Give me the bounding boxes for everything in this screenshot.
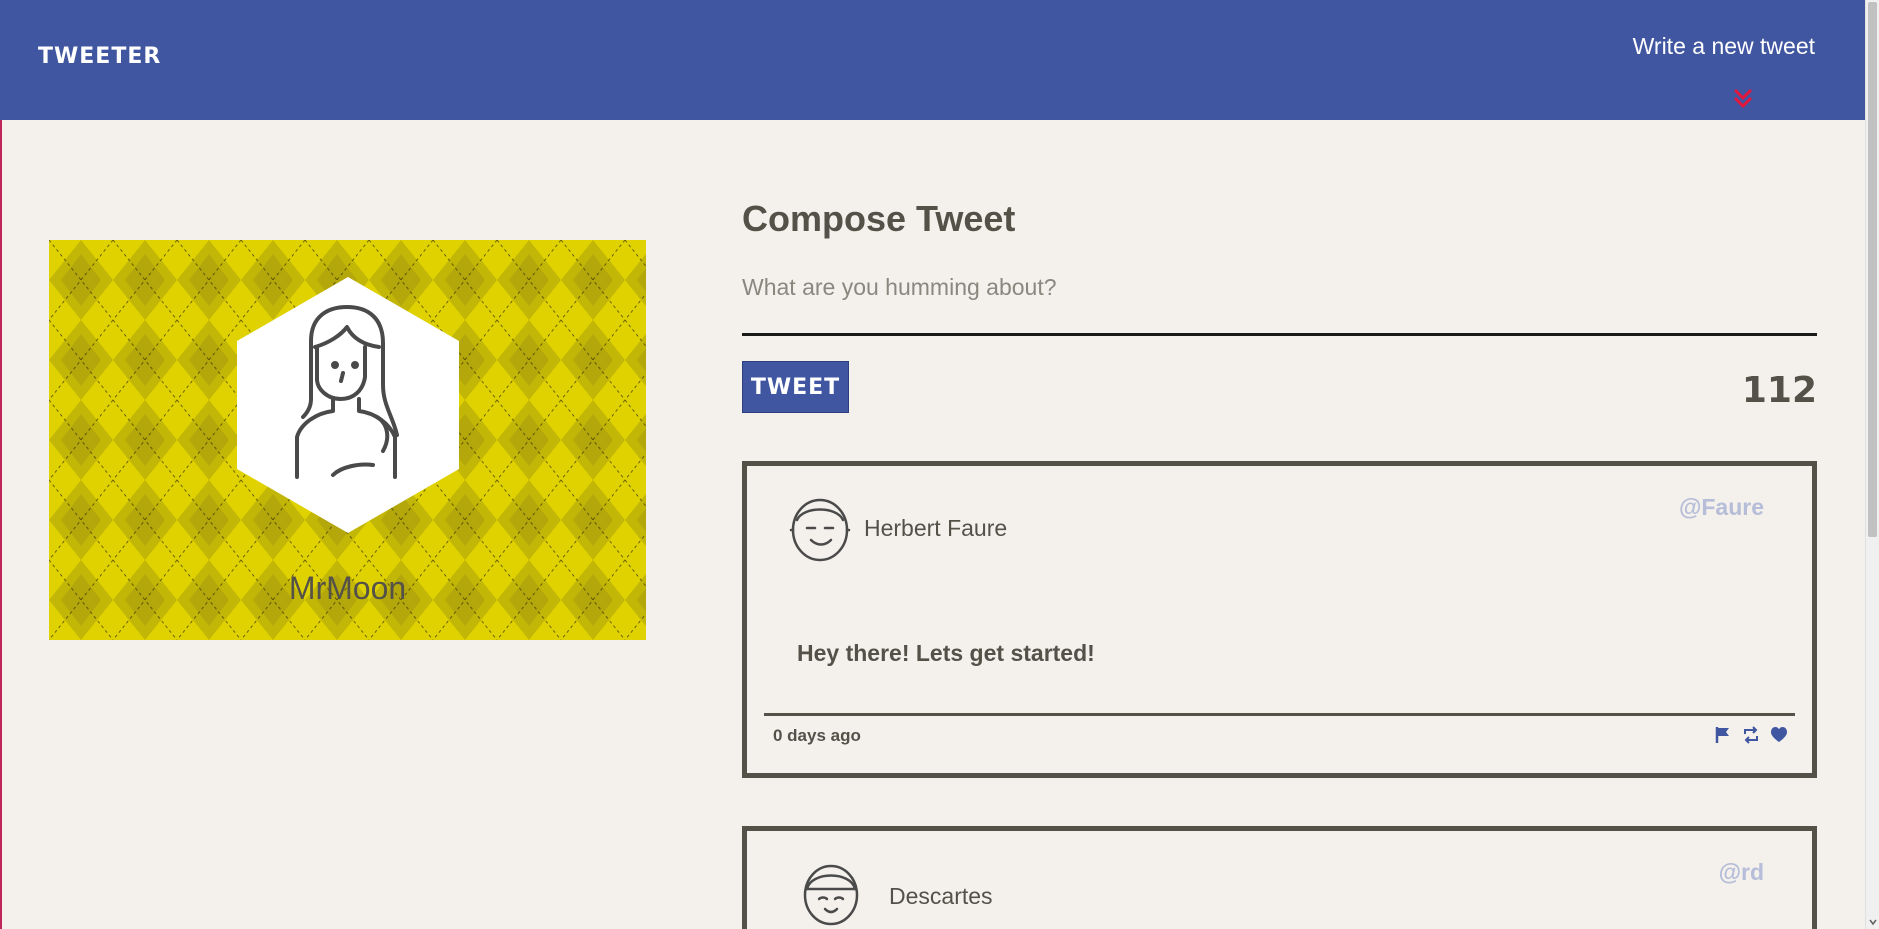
tweet-author-handle[interactable]: @rd	[1719, 859, 1764, 886]
tweet-card: Herbert Faure @Faure Hey there! Lets get…	[742, 461, 1817, 778]
user-avatar-man-icon	[789, 498, 851, 562]
tweet-submit-button[interactable]: TWEET	[742, 361, 849, 413]
page-scrollbar[interactable]	[1865, 0, 1879, 929]
tweet-actions	[1714, 726, 1788, 744]
tweet-timestamp: 0 days ago	[773, 726, 861, 745]
flag-icon[interactable]	[1714, 726, 1732, 744]
scrollbar-thumb[interactable]	[1868, 2, 1877, 537]
user-avatar-girl-icon	[803, 864, 859, 926]
tweet-footer: 0 days ago	[764, 713, 1795, 753]
user-avatar-hexagon	[237, 277, 459, 533]
tweet-author-handle[interactable]: @Faure	[1679, 494, 1764, 521]
brand-logo[interactable]: TWEETER	[38, 44, 161, 69]
double-chevron-down-icon[interactable]	[1729, 86, 1757, 112]
retweet-icon[interactable]	[1742, 726, 1760, 744]
tweet-author-name: Descartes	[889, 883, 993, 909]
tweet-text-input[interactable]	[742, 266, 1817, 336]
compose-title: Compose Tweet	[742, 198, 1016, 239]
heart-icon[interactable]	[1770, 726, 1788, 744]
navbar: TWEETER Write a new tweet	[0, 0, 1865, 120]
write-new-tweet-link[interactable]: Write a new tweet	[1633, 33, 1815, 60]
tweet-card: Descartes @rd	[742, 826, 1817, 929]
profile-username: MrMoon	[288, 570, 407, 606]
character-counter: 112	[1741, 370, 1817, 411]
left-edge-accent	[0, 0, 2, 929]
scroll-down-arrow-icon[interactable]	[1869, 918, 1877, 926]
tweet-author-name: Herbert Faure	[864, 515, 1008, 541]
tweet-text: Hey there! Lets get started!	[797, 640, 1095, 666]
profile-card: MrMoon	[49, 240, 646, 640]
